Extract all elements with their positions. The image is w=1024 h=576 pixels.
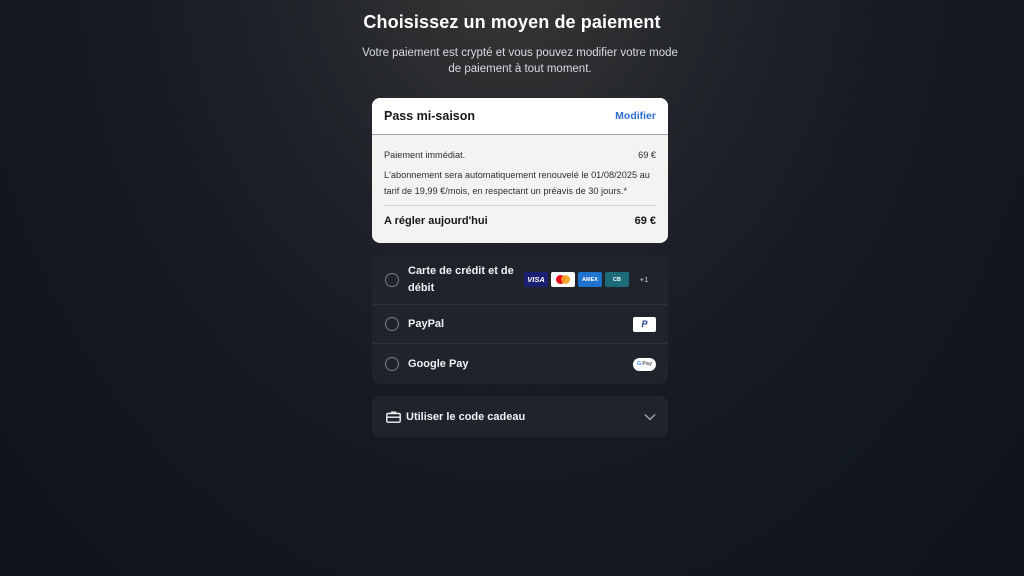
payment-option-paypal[interactable]: PayPal P [372,305,668,344]
order-summary-card: Pass mi-saison Modifier Paiement immédia… [372,98,668,243]
summary-divider [384,205,656,206]
more-cards-badge: +1 [639,275,649,284]
page-title: Choisissez un moyen de paiement [363,12,661,32]
paypal-logo-icon: P [633,316,656,332]
chevron-down-icon[interactable] [644,413,656,421]
summary-body: Paiement immédiat. 69 € L'abonnement ser… [372,135,668,227]
card-option-label: Carte de crédit et de débit [408,264,514,294]
google-pay-logo-icon: G Pay [633,357,656,371]
plan-name: Pass mi-saison [384,109,476,123]
cb-logo-icon: CB [605,272,629,287]
amex-logo-icon: AMEX [578,272,602,287]
immediate-payment-amount: 69 € [638,150,656,160]
visa-logo-icon: VISA [524,272,548,287]
google-pay-radio[interactable] [385,357,399,371]
renewal-note: L'abonnement sera automatiquement renouv… [384,170,650,196]
gift-code-toggle[interactable]: Utiliser le code cadeau [372,396,668,437]
page-subtitle: Votre paiement est crypté et vous pouvez… [362,47,678,75]
google-pay-option-label: Google Pay [408,357,469,370]
payment-option-google-pay[interactable]: Google Pay G Pay [372,344,668,384]
total-amount: 69 € [634,215,656,227]
immediate-payment-label: Paiement immédiat. [384,150,466,160]
card-logos: VISA AMEX CB +1 [521,272,656,287]
summary-header: Pass mi-saison Modifier [372,98,668,135]
total-row: A régler aujourd'hui 69 € [384,215,656,227]
paypal-radio[interactable] [385,317,399,331]
modify-plan-link[interactable]: Modifier [615,110,656,122]
payment-option-card[interactable]: Carte de crédit et de débit VISA AMEX CB… [372,255,668,305]
card-radio[interactable] [385,272,399,287]
payment-page: Choisissez un moyen de paiement Votre pa… [0,0,1024,576]
mastercard-logo-icon [551,272,575,287]
gift-card-icon [386,410,401,423]
immediate-payment-row: Paiement immédiat. 69 € [384,149,656,161]
gift-code-label: Utiliser le code cadeau [406,410,526,423]
payment-methods-list: Carte de crédit et de débit VISA AMEX CB… [372,255,668,384]
paypal-option-label: PayPal [408,317,445,330]
total-label: A régler aujourd'hui [384,215,488,227]
